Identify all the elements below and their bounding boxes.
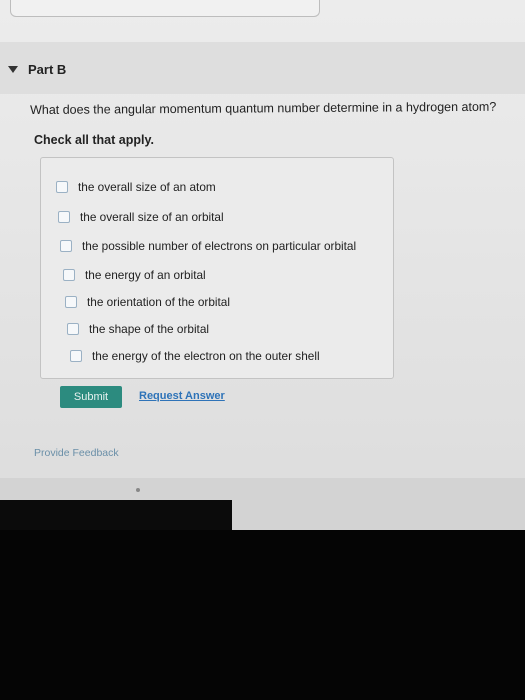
- checkbox[interactable]: [56, 181, 68, 193]
- option-label: the possible number of electrons on part…: [82, 239, 357, 253]
- screen: Part B What does the angular momentum qu…: [0, 0, 525, 530]
- option-row[interactable]: the possible number of electrons on part…: [60, 239, 356, 253]
- option-label: the shape of the orbital: [89, 322, 210, 336]
- instruction-text: Check all that apply.: [34, 133, 154, 147]
- previous-part-panel: [10, 0, 320, 17]
- option-label: the overall size of an atom: [78, 180, 216, 194]
- checkbox[interactable]: [60, 240, 72, 252]
- checkbox[interactable]: [58, 211, 70, 223]
- part-header[interactable]: Part B: [0, 42, 525, 94]
- checkbox[interactable]: [70, 350, 82, 362]
- question-text: What does the angular momentum quantum n…: [30, 99, 497, 117]
- option-row[interactable]: the overall size of an orbital: [58, 210, 224, 224]
- dark-edge: [0, 500, 232, 530]
- submit-button[interactable]: Submit: [60, 386, 122, 408]
- option-row[interactable]: the shape of the orbital: [67, 322, 209, 336]
- checkbox[interactable]: [65, 296, 77, 308]
- option-row[interactable]: the overall size of an atom: [56, 180, 216, 194]
- decorative-dot: [136, 488, 140, 492]
- option-label: the energy of the electron on the outer …: [92, 349, 320, 363]
- option-label: the energy of an orbital: [85, 268, 206, 282]
- checkbox[interactable]: [63, 269, 75, 281]
- request-answer-link[interactable]: Request Answer: [139, 390, 225, 402]
- option-row[interactable]: the energy of an orbital: [63, 268, 206, 282]
- option-label: the orientation of the orbital: [87, 295, 230, 309]
- caret-down-icon[interactable]: [8, 66, 18, 73]
- provide-feedback-link[interactable]: Provide Feedback: [34, 447, 119, 459]
- checkbox[interactable]: [67, 323, 79, 335]
- option-row[interactable]: the energy of the electron on the outer …: [70, 349, 320, 363]
- option-label: the overall size of an orbital: [80, 210, 224, 224]
- option-row[interactable]: the orientation of the orbital: [65, 295, 230, 309]
- part-title: Part B: [28, 62, 67, 77]
